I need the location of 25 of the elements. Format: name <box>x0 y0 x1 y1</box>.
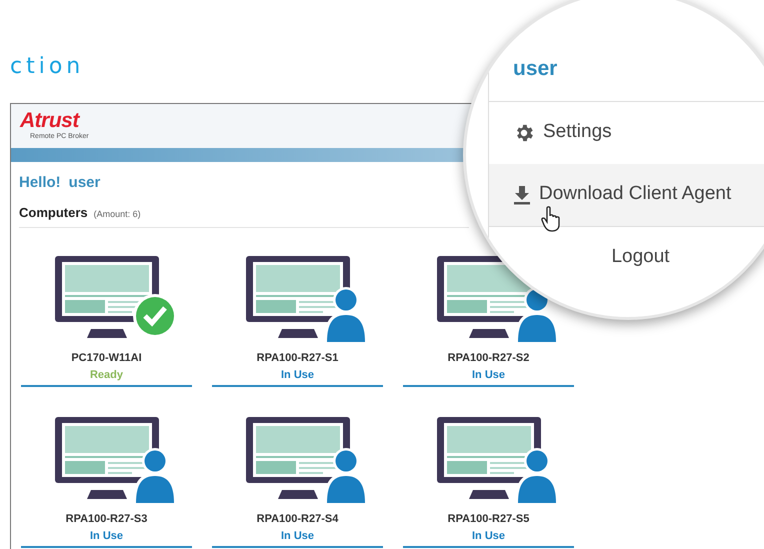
computer-name: PC170-W11AI <box>71 351 142 366</box>
user-name: user <box>68 173 100 193</box>
computer-card[interactable]: RPA100-R27-S5 In Use <box>403 417 574 548</box>
computer-status: Ready <box>90 368 124 382</box>
computer-status: In Use <box>472 528 505 544</box>
greeting-text: Hello! <box>19 173 61 193</box>
computer-status: In Use <box>90 528 123 544</box>
computer-card[interactable]: RPA100-R27-S3 In Use <box>21 417 192 548</box>
computer-card[interactable]: PC170-W11AI Ready <box>21 256 192 387</box>
computer-name: RPA100-R27-S2 <box>448 351 530 366</box>
section-heading: ction <box>10 53 84 81</box>
section-title: Computers <box>19 204 88 222</box>
hand-cursor-icon <box>541 206 561 232</box>
computer-name: RPA100-R27-S1 <box>256 351 338 366</box>
menu-item[interactable]: Logout <box>489 226 764 288</box>
computer-card[interactable]: RPA100-R27-S1 In Use <box>212 256 383 387</box>
computer-card[interactable]: RPA100-R27-S4 In Use <box>212 417 383 548</box>
download-icon <box>513 184 531 204</box>
computer-name: RPA100-R27-S5 <box>448 512 530 527</box>
computer-name: RPA100-R27-S4 <box>256 512 338 527</box>
amount-count: (Amount: 6) <box>94 208 141 221</box>
computer-name: RPA100-R27-S3 <box>66 512 148 527</box>
computer-status: In Use <box>280 528 314 544</box>
computer-status: In Use <box>280 368 314 382</box>
computer-status: In Use <box>472 368 505 382</box>
